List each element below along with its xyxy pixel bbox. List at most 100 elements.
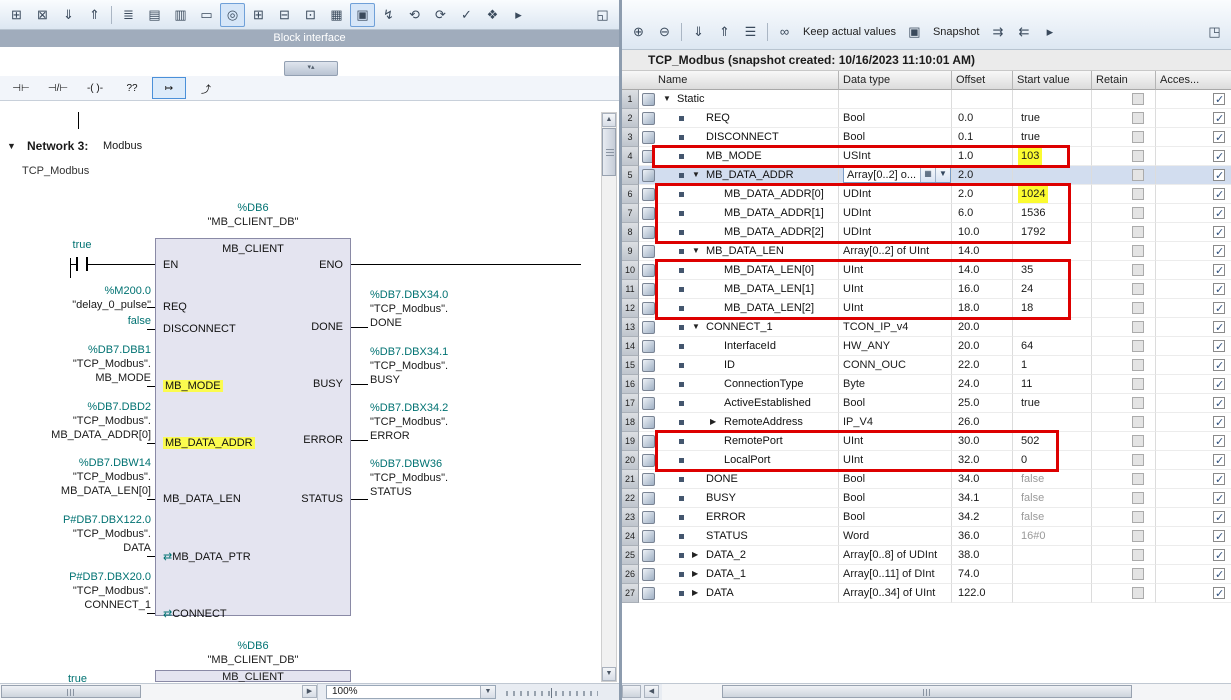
editor-horizontal-scrollbar[interactable]: ▶ — [0, 684, 318, 700]
row-number[interactable]: 19 — [622, 432, 639, 451]
startvalue-cell[interactable]: 502 — [1013, 432, 1092, 451]
retain-checkbox[interactable] — [1132, 454, 1144, 466]
start-value[interactable]: true — [1018, 109, 1043, 127]
retain-checkbox[interactable] — [1132, 169, 1144, 181]
datatype-cell[interactable]: Bool — [839, 489, 952, 508]
retain-checkbox[interactable] — [1132, 264, 1144, 276]
name-cell[interactable]: BUSY — [639, 489, 839, 508]
startvalue-cell[interactable]: 24 — [1013, 280, 1092, 299]
operand-left[interactable]: "TCP_Modbus". — [73, 415, 151, 427]
update-block-calls-icon[interactable]: ⟳ — [428, 3, 453, 27]
keep-actual-values-button[interactable]: Keep actual values — [798, 26, 901, 38]
retain-checkbox[interactable] — [1132, 188, 1144, 200]
datatype-cell[interactable]: Array[0..11] of DInt — [839, 565, 952, 584]
expand-all-icon[interactable]: ⊕ — [626, 20, 651, 44]
datatype-combobox[interactable]: Array[0..2] o...▦▼ — [843, 166, 951, 183]
startvalue-cell[interactable]: false — [1013, 489, 1092, 508]
scroll-left-icon[interactable]: ◀ — [644, 685, 659, 698]
retain-checkbox[interactable] — [1132, 587, 1144, 599]
insert-network-icon[interactable]: ⊞ — [4, 3, 29, 27]
accessible-checkbox[interactable] — [1213, 568, 1225, 580]
variable-name[interactable]: DATA_2 — [706, 546, 746, 564]
retain-checkbox[interactable] — [1132, 530, 1144, 542]
block-interface-splitter[interactable]: ▾▴ — [284, 61, 338, 76]
row-number[interactable]: 27 — [622, 584, 639, 603]
row-number[interactable]: 12 — [622, 299, 639, 318]
datatype-cell[interactable]: Array[0..2] o...▦▼ — [839, 166, 952, 185]
operand-left[interactable]: MB_DATA_ADDR[0] — [51, 429, 151, 441]
monitor-all-icon[interactable]: ∞ — [772, 20, 797, 44]
name-cell[interactable]: LocalPort — [639, 451, 839, 470]
pane-corner-button[interactable] — [622, 685, 641, 698]
table-row[interactable]: 7MB_DATA_ADDR[1]UDInt6.01536 — [622, 204, 1231, 223]
operand-left[interactable]: "TCP_Modbus". — [73, 585, 151, 597]
variable-name[interactable]: MB_MODE — [706, 147, 762, 165]
network-title[interactable]: Modbus — [103, 140, 142, 152]
datatype-cell[interactable]: CONN_OUC — [839, 356, 952, 375]
retain-checkbox[interactable] — [1132, 492, 1144, 504]
collapse-all-icon[interactable]: ⊖ — [652, 20, 677, 44]
row-number[interactable]: 15 — [622, 356, 639, 375]
accessible-checkbox[interactable] — [1213, 473, 1225, 485]
copy-snapshot-to-start-icon[interactable]: ⇉ — [985, 20, 1010, 44]
expand-toggle-icon[interactable]: ▼ — [692, 166, 706, 184]
name-cell[interactable]: ConnectionType — [639, 375, 839, 394]
row-number[interactable]: 23 — [622, 508, 639, 527]
accessible-checkbox[interactable] — [1213, 264, 1225, 276]
operand-left[interactable]: "TCP_Modbus". — [73, 358, 151, 370]
accessible-checkbox[interactable] — [1213, 93, 1225, 105]
variable-name[interactable]: RemotePort — [724, 432, 783, 450]
table-row[interactable]: 17ActiveEstablishedBool25.0true — [622, 394, 1231, 413]
variable-name[interactable]: ERROR — [706, 508, 746, 526]
snapshot-button[interactable]: Snapshot — [928, 26, 984, 38]
variable-name[interactable]: DONE — [706, 470, 738, 488]
row-number[interactable]: 10 — [622, 261, 639, 280]
block-pin-req[interactable]: REQ — [163, 301, 187, 313]
table-row[interactable]: 19RemotePortUInt30.0502 — [622, 432, 1231, 451]
operand-left[interactable]: P#DB7.DBX122.0 — [63, 514, 151, 526]
name-cell[interactable]: MB_MODE — [639, 147, 839, 166]
datatype-cell[interactable]: Bool — [839, 394, 952, 413]
table-row[interactable]: 14InterfaceIdHW_ANY20.064 — [622, 337, 1231, 356]
block-pin-disconnect[interactable]: DISCONNECT — [163, 323, 236, 335]
close-branch-icon[interactable]: ⤴ — [189, 77, 223, 99]
name-cell[interactable]: ERROR — [639, 508, 839, 527]
horizontal-scroll-thumb[interactable] — [1, 685, 141, 698]
name-cell[interactable]: ID — [639, 356, 839, 375]
retain-checkbox[interactable] — [1132, 397, 1144, 409]
row-number[interactable]: 3 — [622, 128, 639, 147]
variable-name[interactable]: Static — [677, 90, 705, 108]
operand-right[interactable]: "TCP_Modbus". — [370, 360, 448, 372]
retain-checkbox[interactable] — [1132, 150, 1144, 162]
row-number[interactable]: 16 — [622, 375, 639, 394]
startvalue-cell[interactable]: 16#0 — [1013, 527, 1092, 546]
accessible-checkbox[interactable] — [1213, 549, 1225, 561]
retain-checkbox[interactable] — [1132, 93, 1144, 105]
more-commands-icon[interactable]: ▸ — [506, 3, 531, 27]
block-pin-error[interactable]: ERROR — [303, 434, 343, 446]
insert-empty-box-icon[interactable]: ⊡ — [298, 3, 323, 27]
datatype-cell[interactable]: Bool — [839, 128, 952, 147]
name-cell[interactable]: DISCONNECT — [639, 128, 839, 147]
startvalue-cell[interactable]: false — [1013, 508, 1092, 527]
accessible-checkbox[interactable] — [1213, 283, 1225, 295]
table-row[interactable]: 23ERRORBool34.2false — [622, 508, 1231, 527]
column-header-name[interactable]: Name — [622, 71, 839, 90]
float-editor-icon[interactable]: ◳ — [1202, 20, 1227, 44]
accessible-checkbox[interactable] — [1213, 321, 1225, 333]
retain-checkbox[interactable] — [1132, 435, 1144, 447]
name-cell[interactable]: ▶DATA — [639, 584, 839, 603]
name-cell[interactable]: RemotePort — [639, 432, 839, 451]
start-value[interactable]: 1536 — [1018, 204, 1048, 222]
column-header-startvalue[interactable]: Start value — [1013, 71, 1092, 90]
table-row[interactable]: 3DISCONNECTBool0.1true — [622, 128, 1231, 147]
start-value[interactable]: false — [1018, 489, 1047, 507]
name-cell[interactable]: ▼Static — [639, 90, 839, 109]
datatype-cell[interactable]: Array[0..2] of UInt — [839, 242, 952, 261]
more-commands-icon[interactable]: ▸ — [1037, 20, 1062, 44]
block-pin-mb_data_len[interactable]: MB_DATA_LEN — [163, 493, 241, 505]
open-branch-icon[interactable]: ↦ — [152, 77, 186, 99]
name-cell[interactable]: DONE — [639, 470, 839, 489]
accessible-checkbox[interactable] — [1213, 378, 1225, 390]
retain-checkbox[interactable] — [1132, 378, 1144, 390]
